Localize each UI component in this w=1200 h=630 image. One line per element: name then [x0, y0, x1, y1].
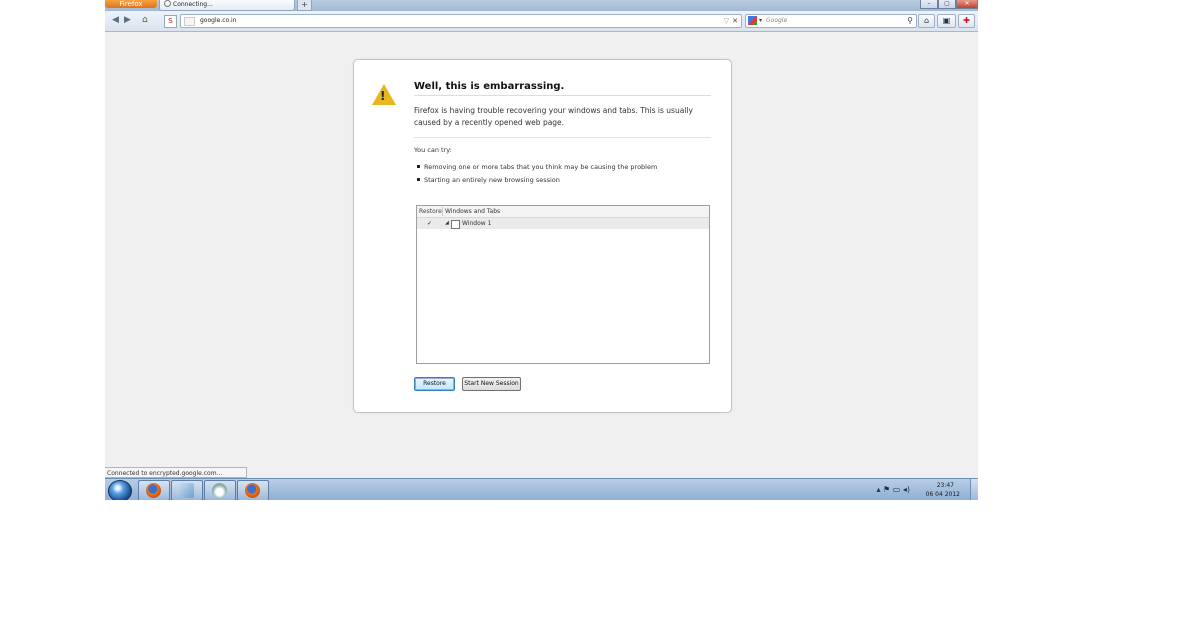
- show-desktop-button[interactable]: [970, 479, 978, 500]
- site-identity-icon[interactable]: S: [164, 15, 177, 28]
- close-button[interactable]: ✕: [956, 0, 978, 9]
- taskbar-itunes[interactable]: [204, 480, 236, 500]
- itunes-icon: [212, 483, 227, 498]
- folder-icon: [179, 483, 194, 498]
- restore-button[interactable]: Restore: [414, 377, 455, 391]
- dropdown-icon[interactable]: ▽: [724, 15, 729, 27]
- stop-icon[interactable]: ✕: [732, 15, 738, 27]
- taskbar-firefox-window[interactable]: [237, 480, 269, 500]
- browser-window: Firefox Connecting... + – ▢ ✕ ◀ ▶ ⌂ S go…: [105, 0, 978, 500]
- clock-date[interactable]: 06 04 2012: [926, 491, 960, 498]
- window-controls: – ▢ ✕: [920, 0, 978, 9]
- tree-row[interactable]: ✓ ◢ Window 1: [417, 218, 709, 229]
- warning-icon-mark: !: [380, 89, 386, 103]
- search-icon[interactable]: ⚲: [907, 15, 913, 27]
- start-new-session-button[interactable]: Start New Session: [462, 377, 521, 391]
- suggestions-heading: You can try:: [414, 146, 452, 154]
- search-engine-icon[interactable]: [748, 16, 757, 25]
- tab-current[interactable]: Connecting...: [159, 0, 295, 11]
- search-bar[interactable]: ▾ Google ⚲: [745, 14, 917, 28]
- url-bar[interactable]: google.co.in ▽ ✕: [180, 14, 742, 28]
- search-input[interactable]: Google: [766, 15, 787, 27]
- forward-icon[interactable]: ▶: [124, 15, 131, 26]
- minimize-button[interactable]: –: [920, 0, 938, 9]
- suggestion-item: Removing one or more tabs that you think…: [414, 163, 657, 171]
- page-icon: [184, 17, 195, 26]
- clock-time[interactable]: 23:47: [937, 482, 954, 489]
- tab-groups-button[interactable]: ▣: [937, 14, 956, 28]
- tree-header: Restore Windows and Tabs: [417, 206, 709, 218]
- tray-icons[interactable]: ▴ ⚑ ▭ ◂): [876, 485, 910, 494]
- back-icon[interactable]: ◀: [112, 15, 119, 26]
- status-bar: Connected to encrypted.google.com...: [105, 467, 247, 478]
- checkbox-checked-icon[interactable]: ✓: [427, 218, 432, 229]
- home-icon[interactable]: ⌂: [142, 15, 148, 26]
- column-header-restore[interactable]: Restore: [419, 206, 442, 217]
- firefox-icon: [146, 483, 161, 498]
- window-icon: [451, 220, 460, 229]
- navigation-bar: ◀ ▶ ⌂ S google.co.in ▽ ✕ ▾ Google ⚲ ⌂ ▣ …: [105, 11, 978, 32]
- tree-row-label: Window 1: [462, 220, 492, 227]
- page-title: Well, this is embarrassing.: [414, 81, 565, 92]
- taskbar: ▴ ⚑ ▭ ◂) 23:47 06 04 2012: [105, 478, 978, 500]
- url-text[interactable]: google.co.in: [200, 15, 236, 27]
- expand-twisty-icon[interactable]: ◢: [445, 218, 449, 229]
- new-tab-button[interactable]: +: [297, 0, 312, 11]
- home-button[interactable]: ⌂: [918, 14, 935, 28]
- maximize-button[interactable]: ▢: [938, 0, 956, 9]
- taskbar-firefox[interactable]: [138, 480, 170, 500]
- error-message: Firefox is having trouble recovering you…: [414, 106, 693, 127]
- tab-bar: Firefox Connecting... + – ▢ ✕: [105, 0, 978, 11]
- column-header-windows-tabs[interactable]: Windows and Tabs: [445, 206, 500, 217]
- restore-tree[interactable]: Restore Windows and Tabs ✓ ◢ Window 1: [416, 205, 710, 364]
- firefox-icon: [245, 483, 260, 498]
- divider: [414, 137, 711, 138]
- suggestion-item: Starting an entirely new browsing sessio…: [414, 176, 560, 184]
- loading-icon: [164, 0, 171, 7]
- session-restore-dialog: ! Well, this is embarrassing. Firefox is…: [353, 59, 732, 413]
- taskbar-explorer[interactable]: [171, 480, 203, 500]
- column-separator: [442, 207, 443, 216]
- addon-icon[interactable]: ✚: [958, 14, 975, 28]
- start-button[interactable]: [108, 480, 132, 500]
- firefox-menu-button[interactable]: Firefox: [105, 0, 157, 8]
- tab-title: Connecting...: [173, 1, 213, 8]
- divider: [414, 95, 711, 96]
- chevron-down-icon[interactable]: ▾: [759, 15, 762, 27]
